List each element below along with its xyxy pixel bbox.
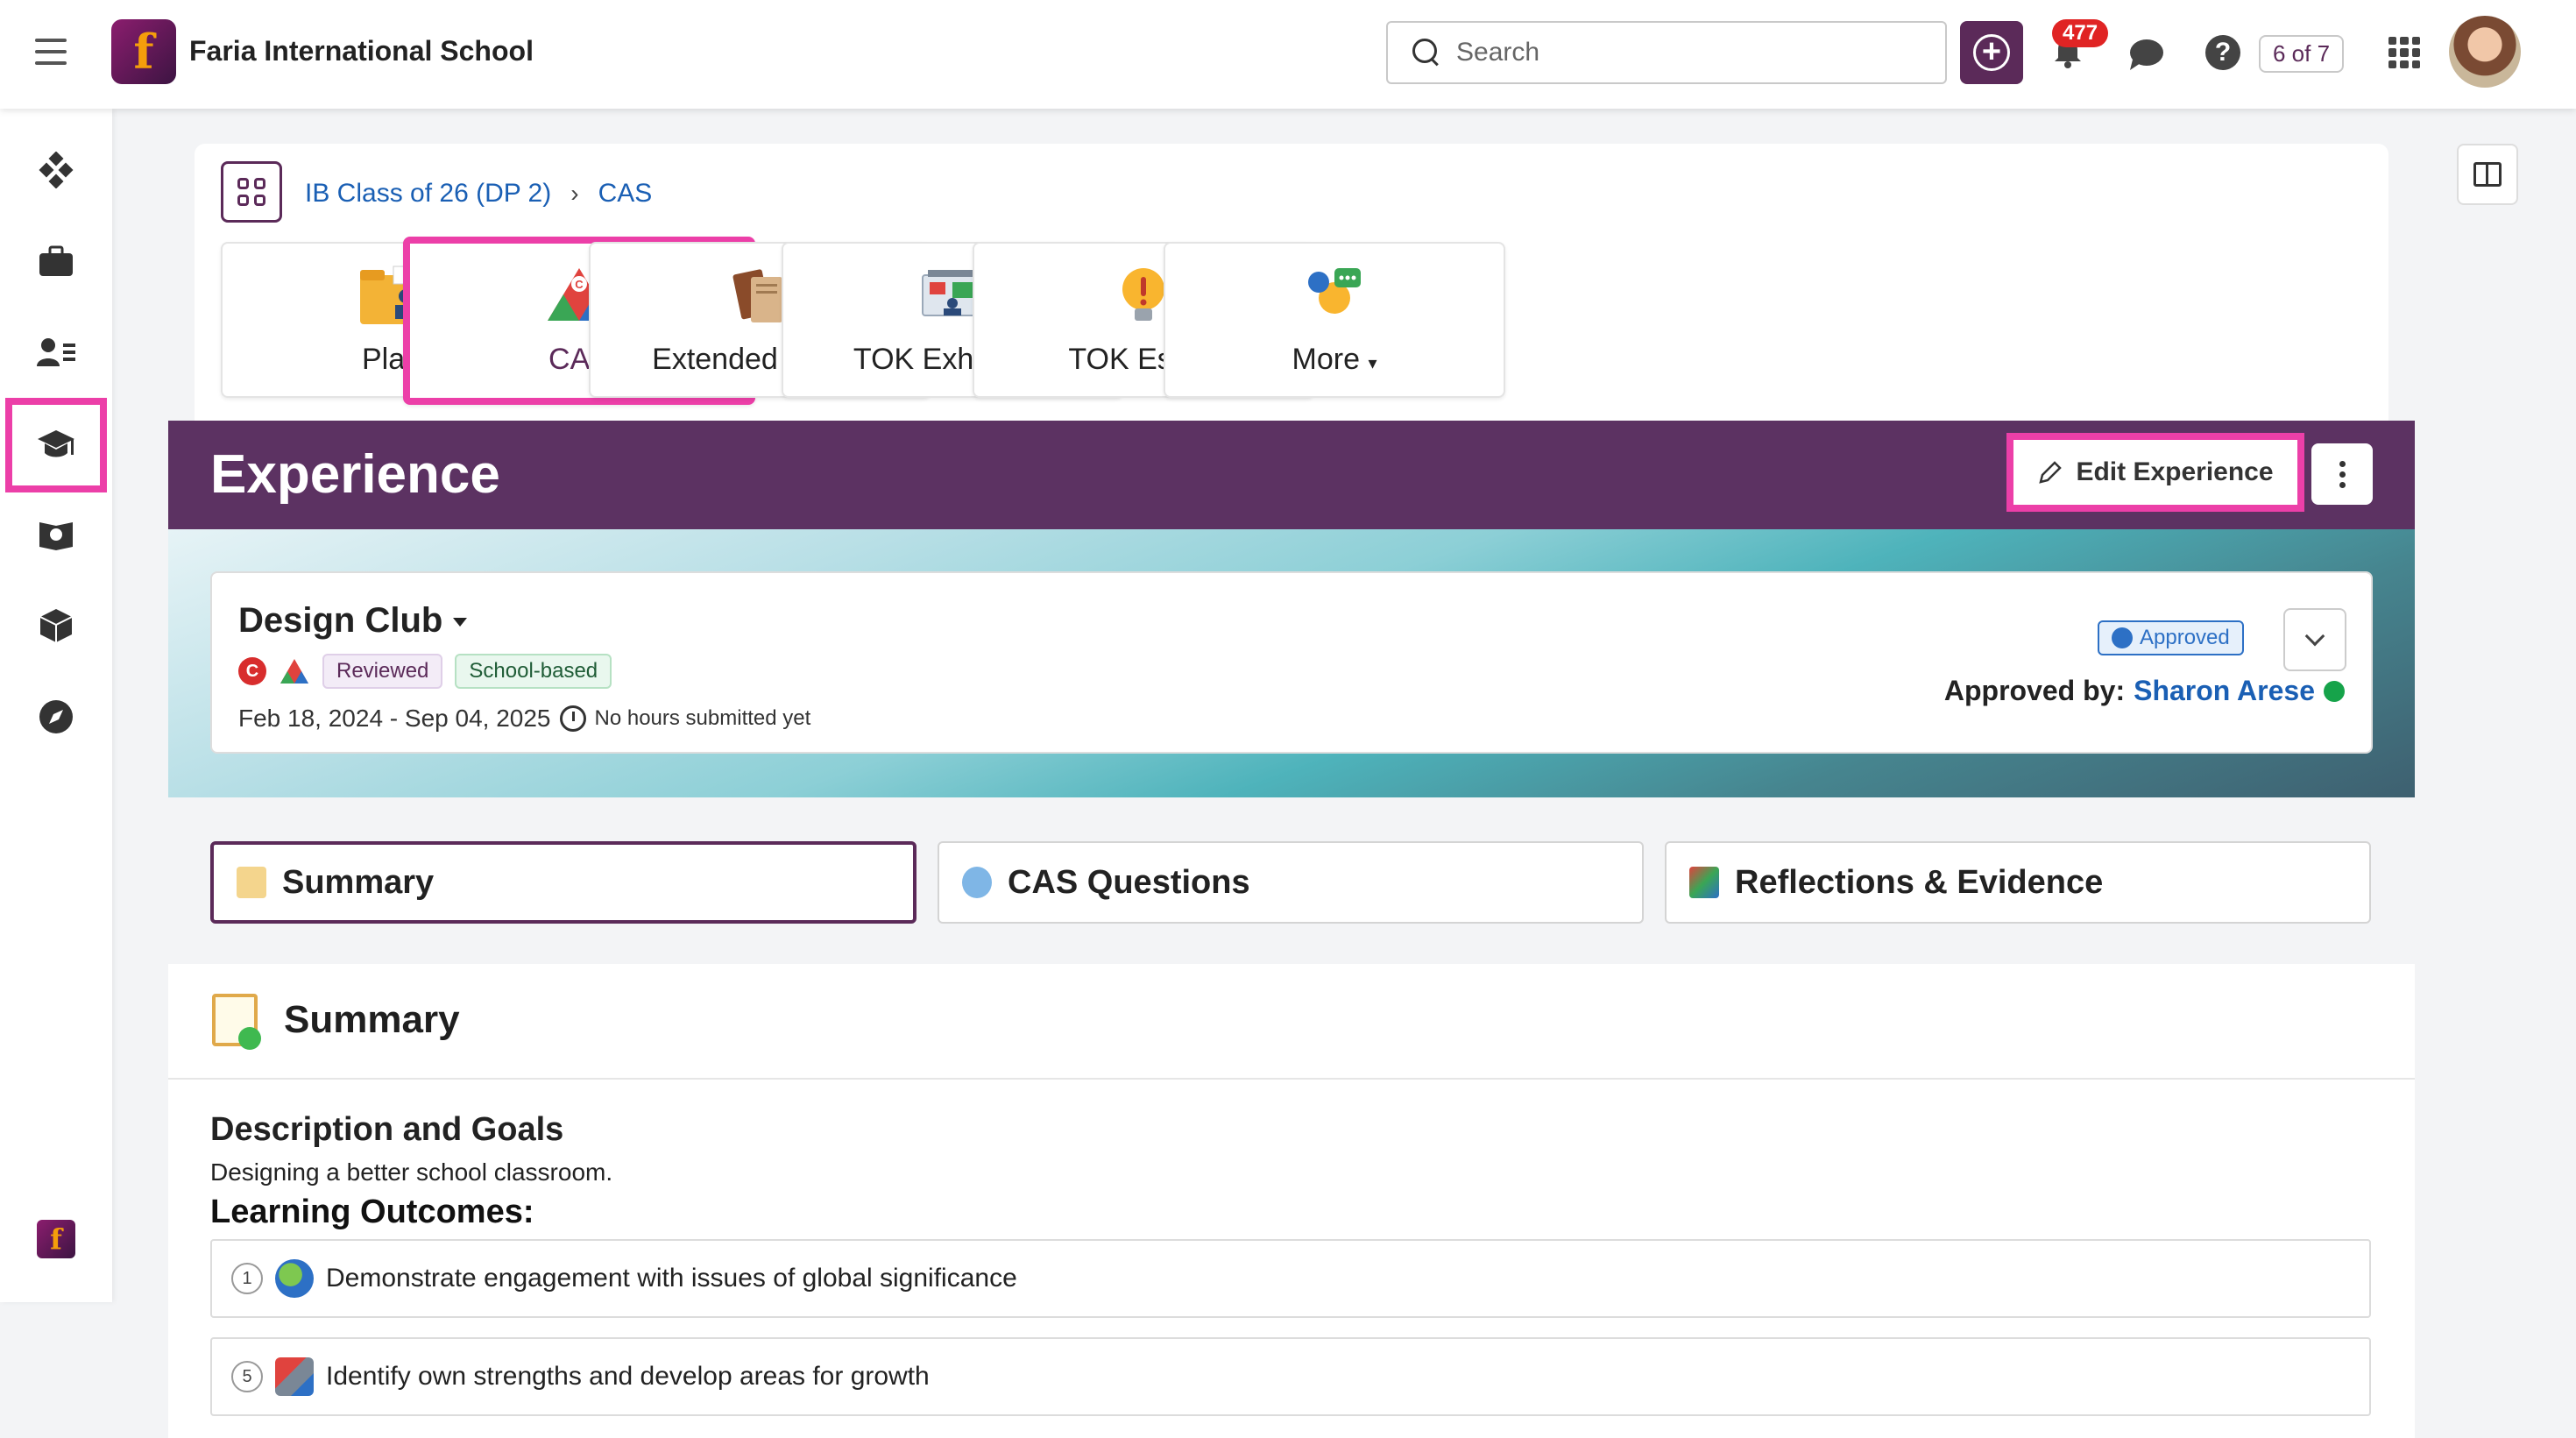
diamond-grid-icon	[39, 152, 74, 188]
status-badge: Approved	[2098, 620, 2244, 655]
rail-ib-dp[interactable]	[5, 398, 107, 492]
breadcrumb: IB Class of 26 (DP 2) › CAS	[305, 179, 652, 209]
learning-outcome-item: 5 Identify own strengths and develop are…	[210, 1337, 2371, 1416]
rail-briefcase[interactable]	[0, 217, 112, 305]
outcome-number: 5	[231, 1361, 263, 1392]
tab-label: Summary	[282, 863, 435, 901]
chevron-down-icon	[2304, 626, 2325, 647]
cube-icon	[39, 609, 73, 642]
people-list-icon	[37, 338, 75, 366]
page-title: Experience	[210, 444, 500, 505]
guide-book-button[interactable]	[2457, 144, 2518, 205]
question-icon	[962, 867, 992, 898]
tile-label: More ▾	[1165, 343, 1504, 377]
tab-label: Reflections & Evidence	[1735, 863, 2104, 901]
faria-rail-logo-icon[interactable]: f	[37, 1220, 75, 1258]
strengths-icon	[275, 1357, 314, 1396]
school-name: Faria International School	[189, 35, 534, 67]
program-nav-card: IB Class of 26 (DP 2) › CAS Plan C CAS E…	[195, 144, 2388, 433]
clock-icon	[559, 705, 586, 732]
outcome-number: 1	[231, 1263, 263, 1294]
book-icon	[2473, 162, 2502, 187]
pager-indicator[interactable]: 6 of 7	[2259, 35, 2345, 73]
experience-header: Experience Edit Experience	[168, 421, 2415, 529]
caret-down-icon	[453, 618, 468, 627]
more-label: More	[1292, 343, 1360, 376]
avatar[interactable]	[2449, 16, 2521, 88]
menu-icon[interactable]	[35, 39, 67, 65]
breadcrumb-class-link[interactable]: IB Class of 26 (DP 2)	[305, 179, 551, 209]
approved-by: Approved by: Sharon Arese	[1944, 675, 2345, 707]
pencil-icon	[2039, 461, 2063, 484]
briefcase-icon	[39, 245, 73, 276]
svg-text:C: C	[575, 278, 584, 291]
search-box[interactable]	[1386, 21, 1947, 84]
creativity-badge: C	[238, 657, 266, 685]
tab-reflections-evidence[interactable]: Reflections & Evidence	[1665, 841, 2371, 924]
checklist-icon	[212, 994, 261, 1050]
edit-experience-label: Edit Experience	[2076, 457, 2274, 486]
thumbs-up-icon	[2112, 627, 2133, 648]
graduation-cap-icon	[38, 430, 74, 457]
top-bar: f Faria International School + 477 ? 6 o…	[0, 0, 2576, 109]
reflections-icon	[1689, 867, 1719, 898]
search-icon	[1412, 39, 1440, 67]
chat-icon[interactable]	[2127, 37, 2164, 72]
globe-icon	[275, 1259, 314, 1298]
learning-outcomes-title: Learning Outcomes:	[210, 1194, 534, 1230]
experience-name: Design Club	[238, 601, 443, 640]
tab-label: CAS Questions	[1008, 863, 1250, 901]
help-icon[interactable]: ?	[2205, 35, 2240, 70]
tile-more[interactable]: More ▾	[1164, 242, 1505, 398]
experience-hero: Design Club C Reviewed School-based Feb …	[168, 529, 2415, 797]
section-tabs: Summary CAS Questions Reflections & Evid…	[168, 797, 2415, 964]
summary-title: Summary	[284, 998, 460, 1041]
search-input[interactable]	[1456, 38, 1912, 67]
notification-count-badge: 477	[2052, 19, 2109, 47]
description-title: Description and Goals	[210, 1111, 564, 1148]
apps-grid-icon[interactable]	[2388, 37, 2420, 68]
expand-button[interactable]	[2283, 608, 2346, 671]
chevron-right-icon: ›	[570, 180, 579, 207]
add-button[interactable]: +	[1960, 21, 2023, 84]
date-range: Feb 18, 2024 - Sep 04, 2025	[238, 705, 551, 732]
experience-dates: Feb 18, 2024 - Sep 04, 2025 No hours sub…	[238, 705, 810, 733]
rail-cube[interactable]	[0, 582, 112, 669]
left-rail: f	[0, 109, 112, 1302]
summary-panel: Summary Description and Goals Designing …	[168, 964, 2415, 1438]
summary-heading: Summary	[212, 994, 460, 1050]
experience-name-dropdown[interactable]: Design Club	[238, 601, 468, 641]
outcome-text: Demonstrate engagement with issues of gl…	[326, 1264, 1017, 1293]
more-icon	[1308, 268, 1361, 314]
edit-experience-button[interactable]: Edit Experience	[2006, 433, 2304, 512]
faria-logo[interactable]: f	[111, 19, 176, 84]
rail-people[interactable]	[0, 308, 112, 396]
hours-status: No hours submitted yet	[594, 706, 811, 730]
reviewed-tag: Reviewed	[322, 654, 443, 689]
program-grid-icon[interactable]	[221, 161, 282, 223]
more-options-icon[interactable]	[2311, 443, 2373, 505]
caret-down-icon: ▾	[1368, 354, 1377, 373]
verified-check-icon	[2324, 680, 2345, 702]
approver-link[interactable]: Sharon Arese	[2134, 675, 2315, 707]
tab-summary[interactable]: Summary	[210, 841, 916, 924]
map-book-icon	[39, 522, 73, 550]
summary-icon	[237, 867, 266, 898]
experience-card: Design Club C Reviewed School-based Feb …	[210, 571, 2373, 754]
rail-dashboard[interactable]	[0, 126, 112, 214]
outcome-text: Identify own strengths and develop areas…	[326, 1362, 930, 1391]
description-text: Designing a better school classroom.	[210, 1158, 613, 1186]
learning-outcome-item: 1 Demonstrate engagement with issues of …	[210, 1239, 2371, 1318]
rail-compass[interactable]	[0, 673, 112, 761]
experience-tags: C Reviewed School-based	[238, 654, 612, 689]
divider	[168, 1078, 2415, 1080]
tab-cas-questions[interactable]: CAS Questions	[938, 841, 1644, 924]
rail-map[interactable]	[0, 491, 112, 578]
compass-icon	[39, 700, 73, 733]
status-text: Approved	[2140, 626, 2230, 649]
breadcrumb-current[interactable]: CAS	[598, 179, 653, 209]
cas-triangle-icon	[280, 659, 308, 684]
school-based-tag: School-based	[455, 654, 612, 689]
approved-by-label: Approved by:	[1943, 675, 2126, 706]
